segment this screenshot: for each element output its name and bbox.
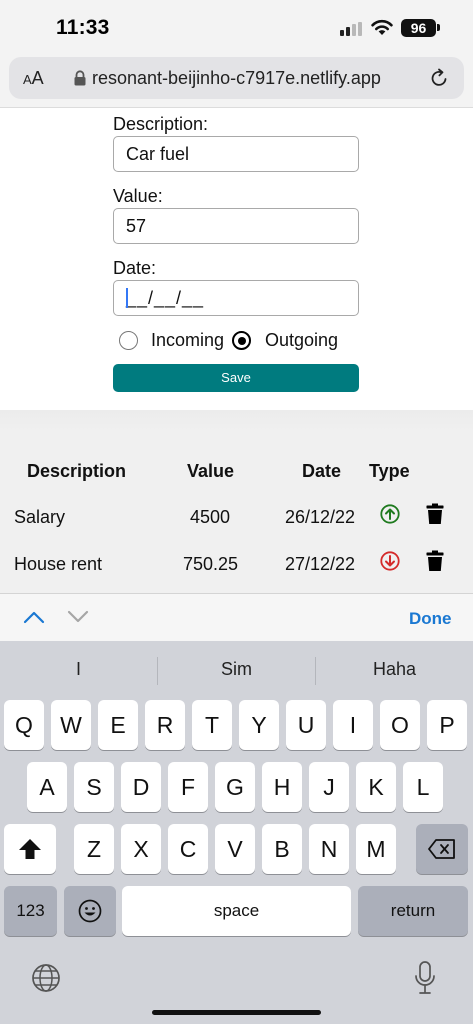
key-s[interactable]: S: [74, 762, 114, 812]
date-placeholder: __/__/__: [126, 288, 205, 308]
arrow-up-circle-icon: [380, 504, 400, 524]
key-i[interactable]: I: [333, 700, 373, 750]
header-date: Date: [302, 461, 342, 481]
backspace-key[interactable]: [416, 824, 468, 874]
keyboard-accessory-bar: Done: [0, 593, 473, 641]
key-o[interactable]: O: [380, 700, 420, 750]
key-x[interactable]: X: [121, 824, 161, 874]
suggestion-2[interactable]: Sim: [158, 659, 315, 680]
backspace-icon: [428, 839, 455, 859]
wifi-icon: [371, 19, 393, 35]
type-radio-group: Incoming Outgoing: [118, 330, 378, 352]
numbers-key[interactable]: 123: [4, 886, 57, 936]
return-key[interactable]: return: [358, 886, 468, 936]
key-k[interactable]: K: [356, 762, 396, 812]
trash-icon[interactable]: [426, 503, 444, 525]
suggestion-1[interactable]: I: [0, 659, 157, 680]
transactions-table: Description Value Date Type Salary 4500 …: [0, 432, 473, 593]
status-time: 11:33: [56, 16, 110, 39]
battery-indicator: 96: [401, 19, 436, 37]
radio-outgoing[interactable]: [232, 331, 251, 350]
keyboard: I Sim Haha Q W E R T Y U I O P A S D F G…: [0, 641, 473, 1024]
key-b[interactable]: B: [262, 824, 302, 874]
shift-icon: [19, 839, 41, 859]
header-type: Type: [369, 461, 410, 481]
key-f[interactable]: F: [168, 762, 208, 812]
key-t[interactable]: T: [192, 700, 232, 750]
row1-date: 26/12/22: [285, 507, 356, 527]
suggestion-3[interactable]: Haha: [316, 659, 473, 680]
emoji-icon: [78, 899, 102, 923]
home-indicator[interactable]: [152, 1010, 321, 1015]
value-label: Value:: [113, 186, 163, 206]
key-a[interactable]: A: [27, 762, 67, 812]
battery-nub: [437, 24, 440, 31]
row1-description: Salary: [14, 507, 66, 527]
key-m[interactable]: M: [356, 824, 396, 874]
browser-toolbar: AA resonant-beijinho-c7917e.netlify.app: [0, 56, 473, 108]
key-l[interactable]: L: [403, 762, 443, 812]
key-y[interactable]: Y: [239, 700, 279, 750]
cellular-signal-icon: [340, 22, 364, 36]
key-c[interactable]: C: [168, 824, 208, 874]
trash-icon[interactable]: [426, 550, 444, 572]
text-size-button[interactable]: AA: [23, 68, 44, 89]
text-cursor: [126, 288, 128, 309]
address-bar[interactable]: AA resonant-beijinho-c7917e.netlify.app: [9, 57, 464, 99]
key-z[interactable]: Z: [74, 824, 114, 874]
radio-outgoing-label[interactable]: Outgoing: [265, 330, 338, 351]
section-divider: [0, 410, 473, 432]
lock-icon: [74, 70, 86, 86]
status-bar: 11:33 96: [0, 0, 473, 56]
value-input[interactable]: 57: [113, 208, 359, 244]
transaction-form: Description: Car fuel Value: 57 Date: __…: [0, 108, 473, 410]
done-button[interactable]: Done: [409, 609, 452, 629]
key-j[interactable]: J: [309, 762, 349, 812]
chevron-down-icon[interactable]: [67, 610, 89, 624]
description-label: Description:: [113, 114, 209, 134]
key-h[interactable]: H: [262, 762, 302, 812]
save-button[interactable]: Save: [113, 364, 359, 392]
description-input[interactable]: Car fuel: [113, 136, 359, 172]
arrow-down-circle-icon: [380, 551, 400, 571]
row2-value: 750.25: [183, 554, 239, 574]
key-d[interactable]: D: [121, 762, 161, 812]
key-r[interactable]: R: [145, 700, 185, 750]
url-text[interactable]: resonant-beijinho-c7917e.netlify.app: [92, 68, 381, 89]
reload-icon[interactable]: [428, 67, 450, 89]
emoji-key[interactable]: [64, 886, 116, 936]
row2-description: House rent: [14, 554, 103, 574]
shift-key[interactable]: [4, 824, 56, 874]
date-input[interactable]: __/__/__: [113, 280, 359, 316]
key-u[interactable]: U: [286, 700, 326, 750]
chevron-up-icon[interactable]: [23, 610, 45, 624]
key-p[interactable]: P: [427, 700, 467, 750]
row2-date: 27/12/22: [285, 554, 356, 574]
space-key[interactable]: space: [122, 886, 351, 936]
globe-icon[interactable]: [31, 963, 61, 993]
header-value: Value: [187, 461, 235, 481]
radio-incoming-label[interactable]: Incoming: [151, 330, 224, 351]
key-w[interactable]: W: [51, 700, 91, 750]
microphone-icon[interactable]: [414, 961, 436, 995]
row1-value: 4500: [190, 507, 231, 527]
key-e[interactable]: E: [98, 700, 138, 750]
key-g[interactable]: G: [215, 762, 255, 812]
key-q[interactable]: Q: [4, 700, 44, 750]
key-n[interactable]: N: [309, 824, 349, 874]
key-v[interactable]: V: [215, 824, 255, 874]
date-label: Date:: [113, 258, 157, 278]
header-description: Description: [27, 461, 127, 481]
radio-incoming[interactable]: [119, 331, 138, 350]
